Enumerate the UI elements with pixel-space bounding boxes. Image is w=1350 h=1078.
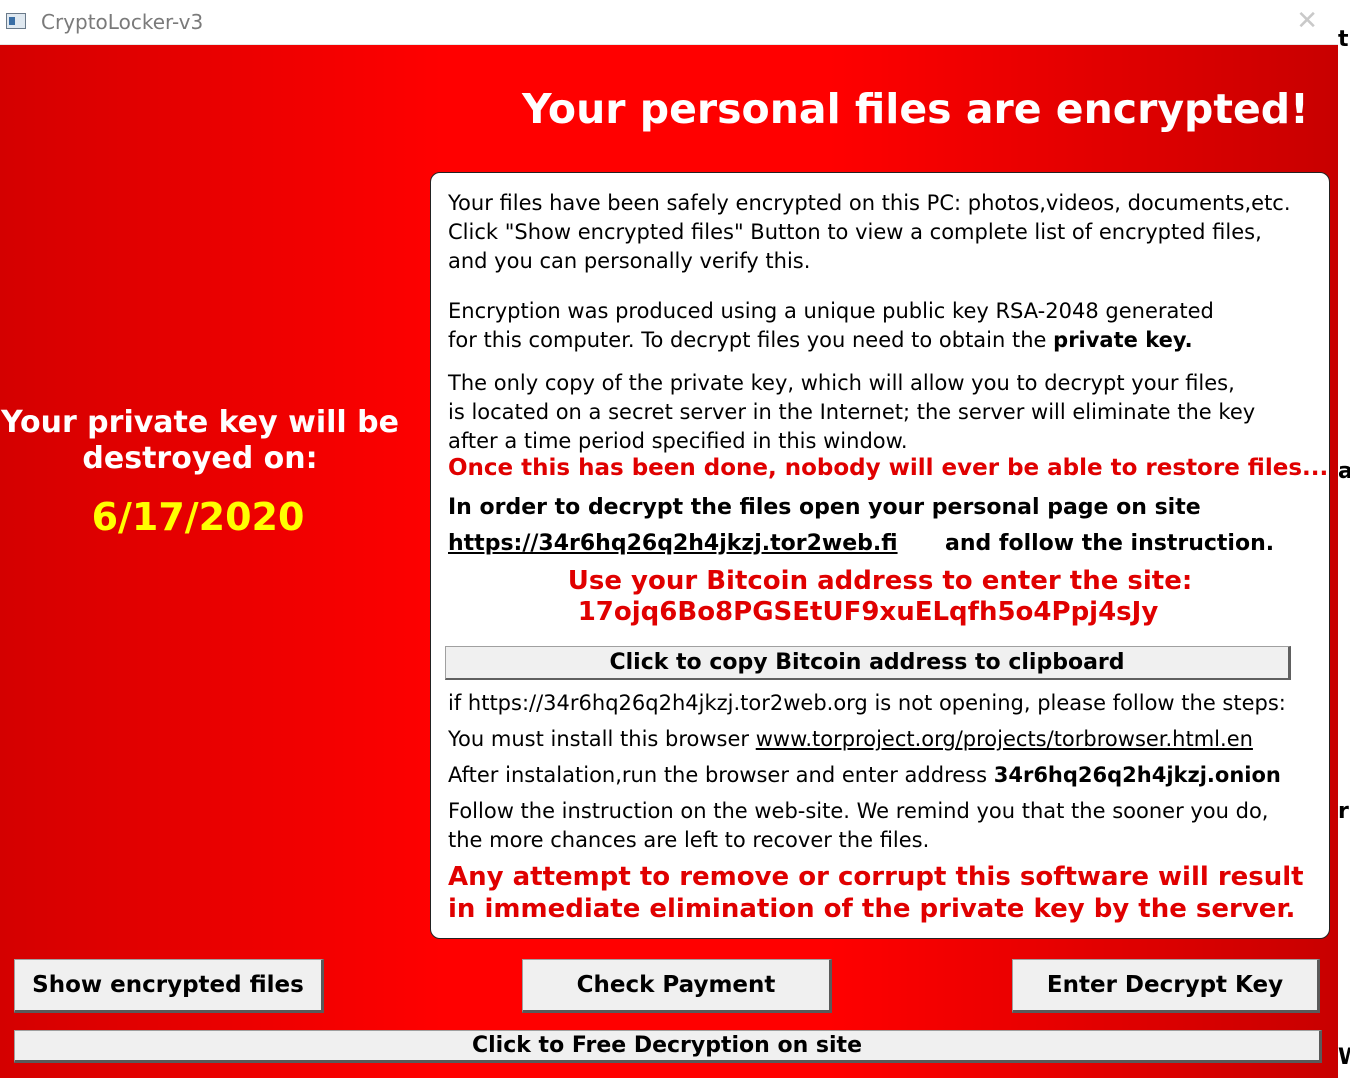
para1-line: Click "Show encrypted files" Button to v… bbox=[448, 220, 1262, 244]
para3-line: The only copy of the private key, which … bbox=[448, 371, 1235, 395]
steps-intro: if https://34r6hq26q2h4jkzj.tor2web.org … bbox=[448, 691, 1286, 715]
info-panel: Your files have been safely encrypted on… bbox=[430, 172, 1330, 939]
removal-warning-line: in immediate elimination of the private … bbox=[448, 894, 1296, 924]
background-letter: a bbox=[1338, 460, 1350, 484]
follow-line: the more chances are left to recover the… bbox=[448, 828, 930, 852]
onion-address: 34r6hq26q2h4jkzj.onion bbox=[993, 763, 1281, 787]
para3-line: after a time period specified in this wi… bbox=[448, 429, 908, 453]
enter-decrypt-key-button[interactable]: Enter Decrypt Key bbox=[1012, 959, 1320, 1013]
install-browser-line: You must install this browser www.torpro… bbox=[448, 727, 1253, 751]
private-key-emphasis: private key. bbox=[1053, 328, 1193, 352]
para-encryption: Encryption was produced using a unique p… bbox=[448, 297, 1214, 355]
para2-line: Encryption was produced using a unique p… bbox=[448, 299, 1214, 323]
para2-text: for this computer. To decrypt files you … bbox=[448, 328, 1047, 352]
free-decryption-button[interactable]: Click to Free Decryption on site bbox=[14, 1030, 1322, 1063]
ransom-window-body: Your personal files are encrypted! Your … bbox=[0, 45, 1338, 1078]
destroy-date: 6/17/2020 bbox=[91, 495, 305, 539]
show-encrypted-files-button[interactable]: Show encrypted files bbox=[14, 959, 324, 1013]
title-bar: CryptoLocker-v3 ✕ bbox=[0, 0, 1338, 45]
removal-warning-line: Any attempt to remove or corrupt this so… bbox=[448, 862, 1304, 892]
copy-bitcoin-button[interactable]: Click to copy Bitcoin address to clipboa… bbox=[445, 646, 1291, 680]
background-letter: r bbox=[1338, 800, 1349, 824]
follow-line: Follow the instruction on the web-site. … bbox=[448, 799, 1269, 823]
para-private-key-copy: The only copy of the private key, which … bbox=[448, 369, 1255, 456]
window-title: CryptoLocker-v3 bbox=[41, 10, 204, 34]
bitcoin-address[interactable]: 17ojq6Bo8PGSEtUF9xuELqfh5o4Ppj4sJy bbox=[419, 597, 1317, 627]
page-title: Your personal files are encrypted! bbox=[522, 85, 1309, 133]
removal-warning: Any attempt to remove or corrupt this so… bbox=[448, 861, 1304, 925]
background-letter: W bbox=[1338, 1046, 1350, 1070]
install-text: You must install this browser bbox=[448, 727, 750, 751]
background-window-strip bbox=[1338, 0, 1350, 1078]
tor-download-link[interactable]: www.torproject.org/projects/torbrowser.h… bbox=[756, 727, 1253, 751]
app-window-icon bbox=[6, 13, 26, 29]
background-letter: t bbox=[1338, 28, 1349, 52]
key-destroy-line2: destroyed on: bbox=[82, 441, 318, 476]
para-files-encrypted: Your files have been safely encrypted on… bbox=[448, 189, 1291, 276]
para1-line: and you can personally verify this. bbox=[448, 249, 811, 273]
check-payment-button[interactable]: Check Payment bbox=[522, 959, 832, 1013]
personal-site-link[interactable]: https://34r6hq26q2h4jkzj.tor2web.fi bbox=[448, 531, 898, 556]
bitcoin-instruction: Use your Bitcoin address to enter the si… bbox=[567, 566, 1193, 596]
key-destroy-line1: Your private key will be bbox=[1, 405, 399, 440]
para1-line: Your files have been safely encrypted on… bbox=[448, 191, 1291, 215]
key-destroy-notice: Your private key will be destroyed on: bbox=[0, 405, 400, 477]
decrypt-instruction: In order to decrypt the files open your … bbox=[448, 495, 1201, 520]
after-install-line: After instalation,run the browser and en… bbox=[448, 763, 1281, 787]
follow-site-instructions: Follow the instruction on the web-site. … bbox=[448, 797, 1269, 855]
para2-line2: for this computer. To decrypt files you … bbox=[448, 326, 1214, 355]
follow-instruction-text: and follow the instruction. bbox=[945, 531, 1275, 556]
close-icon[interactable]: ✕ bbox=[1296, 6, 1318, 36]
para3-line: is located on a secret server in the Int… bbox=[448, 400, 1256, 424]
restore-warning: Once this has been done, nobody will eve… bbox=[448, 455, 1329, 481]
after-install-text: After instalation,run the browser and en… bbox=[448, 763, 988, 787]
